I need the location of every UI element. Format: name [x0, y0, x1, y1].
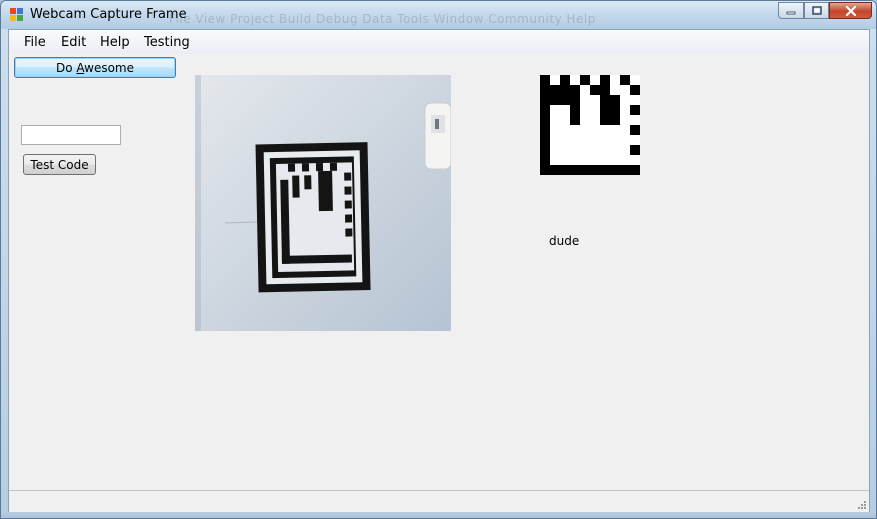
test-code-label: Test Code	[30, 157, 89, 172]
do-awesome-label: Do Awesome	[55, 60, 134, 75]
minimize-button[interactable]	[778, 2, 804, 19]
close-button[interactable]	[829, 2, 872, 19]
webcam-frame-graphic	[195, 75, 451, 331]
size-grip-icon[interactable]	[856, 499, 866, 509]
window-bottom-frame	[1, 512, 876, 518]
main-window: Webcam Capture Frame File View Project B…	[0, 0, 877, 519]
background-window-menu-ghost: File View Project Build Debug Data Tools…	[169, 12, 596, 26]
app-icon	[10, 8, 23, 21]
code-input[interactable]	[21, 125, 121, 145]
minimize-icon	[786, 11, 796, 14]
menu-testing[interactable]: Testing	[144, 35, 190, 50]
test-code-button[interactable]: Test Code	[23, 154, 96, 175]
status-bar	[9, 490, 869, 512]
maximize-button[interactable]	[804, 2, 829, 19]
menu-bar: File Edit Help Testing	[9, 30, 869, 54]
maximize-icon	[811, 6, 822, 15]
decoded-code-image	[540, 75, 640, 175]
client-area: File Edit Help Testing Do Awesome Test C…	[8, 29, 870, 512]
menu-edit[interactable]: Edit	[61, 35, 86, 50]
menu-file[interactable]: File	[24, 35, 46, 50]
do-awesome-button[interactable]: Do Awesome	[14, 57, 176, 78]
close-icon	[845, 5, 856, 16]
webcam-capture-image	[195, 75, 451, 331]
window-title: Webcam Capture Frame	[30, 7, 187, 22]
result-label: dude	[549, 234, 580, 248]
title-bar[interactable]: Webcam Capture Frame File View Project B…	[1, 1, 876, 29]
menu-help[interactable]: Help	[100, 35, 130, 50]
